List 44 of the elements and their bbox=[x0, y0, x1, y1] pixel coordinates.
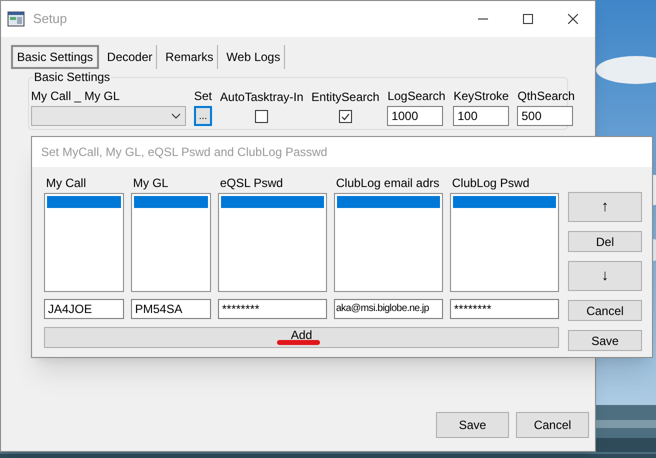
set-button[interactable]: ... bbox=[194, 106, 212, 126]
list-box[interactable] bbox=[218, 193, 327, 292]
checkbox[interactable] bbox=[255, 110, 268, 123]
close-icon bbox=[568, 14, 578, 24]
column-label: My Call bbox=[45, 176, 88, 190]
field-label: My Call _ My GL bbox=[31, 89, 120, 103]
window-title: Setup bbox=[33, 10, 67, 28]
field-label: EntitySearch bbox=[311, 90, 380, 104]
field-label: AutoTasktray-In bbox=[220, 90, 304, 104]
column-label: ClubLog Pswd bbox=[451, 176, 530, 190]
input-field[interactable]: 1000 bbox=[387, 106, 444, 126]
tab[interactable]: Decoder bbox=[103, 45, 158, 69]
group-title: Basic Settings bbox=[33, 70, 112, 84]
save-button[interactable]: Save bbox=[436, 412, 509, 438]
column-label: My GL bbox=[132, 176, 170, 190]
field-label: LogSearch bbox=[387, 89, 446, 103]
tab[interactable]: Web Logs bbox=[222, 45, 286, 69]
cancel-button[interactable]: Cancel bbox=[516, 412, 589, 438]
checkbox[interactable] bbox=[338, 110, 352, 123]
underline-mark bbox=[277, 340, 320, 345]
field-label: QthSearch bbox=[517, 89, 575, 103]
column-label: eQSL Pswd bbox=[219, 176, 284, 190]
input-field[interactable]: JA4JOE bbox=[44, 299, 124, 319]
list-box[interactable] bbox=[44, 193, 124, 292]
input-field[interactable]: aka@msi.biglobe.ne.jp bbox=[334, 299, 443, 319]
app-icon bbox=[7, 11, 25, 27]
tab[interactable]: Remarks bbox=[161, 45, 218, 69]
list-box[interactable] bbox=[450, 193, 559, 292]
list-box[interactable] bbox=[131, 193, 211, 292]
chevron-down-icon bbox=[171, 113, 181, 119]
column-label: ClubLog email adrs bbox=[335, 176, 440, 190]
field-label: KeyStroke bbox=[453, 89, 509, 103]
tab[interactable]: Basic Settings bbox=[11, 45, 100, 69]
list-box[interactable] bbox=[334, 193, 443, 292]
checkmark-icon bbox=[340, 112, 350, 120]
field-label: Set bbox=[194, 89, 212, 103]
input-field[interactable]: PM54SA bbox=[131, 299, 211, 319]
input-field[interactable]: ******** bbox=[218, 299, 327, 319]
input-field[interactable]: 100 bbox=[453, 106, 510, 126]
input-field[interactable]: ******** bbox=[450, 299, 559, 319]
input-field[interactable]: 500 bbox=[517, 106, 574, 126]
dialog-title: Set MyCall, My GL, eQSL Pswd and ClubLog Passwd bbox=[41, 144, 328, 161]
add-button[interactable]: Add bbox=[44, 327, 559, 348]
maximize-icon bbox=[522, 14, 532, 24]
